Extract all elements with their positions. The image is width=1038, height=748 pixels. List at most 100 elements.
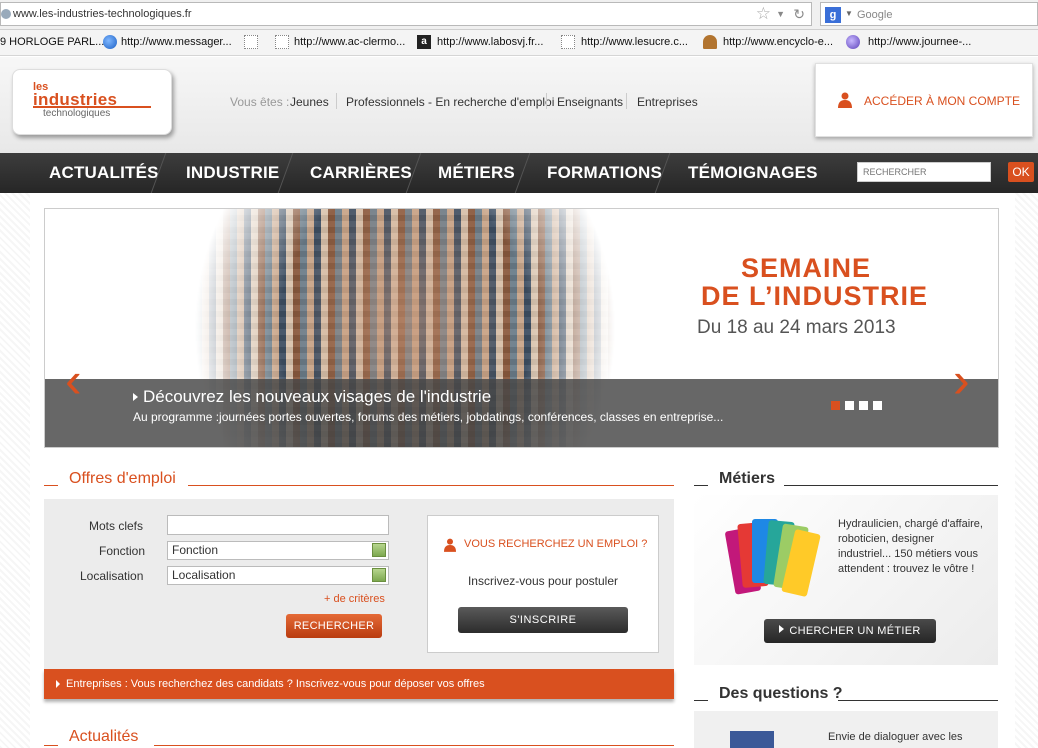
bookmark-star-icon[interactable]: ☆ xyxy=(756,4,771,24)
keywords-label: Mots clefs xyxy=(89,519,144,533)
section-rule xyxy=(154,745,674,746)
triangle-right-icon xyxy=(56,680,60,688)
search-metier-label: CHERCHER UN MÉTIER xyxy=(789,625,921,637)
nav-carrieres[interactable]: CARRIÈRES xyxy=(310,163,412,183)
companies-banner-text: Entreprises : Vous recherchez des candid… xyxy=(66,678,485,690)
divider xyxy=(336,93,337,109)
localisation-label: Localisation xyxy=(80,569,144,583)
nav-divider xyxy=(514,153,531,193)
account-button[interactable]: ACCÉDER À MON COMPTE xyxy=(815,63,1033,137)
signup-card-title: VOUS RECHERCHEZ UN EMPLOI ? xyxy=(464,538,648,550)
job-signup-card: VOUS RECHERCHEZ UN EMPLOI ? Inscrivez-vo… xyxy=(427,515,659,653)
section-rule xyxy=(44,485,58,486)
nav-formations[interactable]: FORMATIONS xyxy=(547,163,662,183)
banner-headline-text: Découvrez les nouveaux visages de l'indu… xyxy=(143,387,492,406)
reload-icon[interactable]: ↻ xyxy=(793,6,805,23)
search-engine-dropdown-icon[interactable]: ▼ xyxy=(845,9,853,18)
carousel-dot-3[interactable] xyxy=(859,401,868,410)
more-criteria-link[interactable]: + de critères xyxy=(324,593,385,605)
carousel-dot-2[interactable] xyxy=(845,401,854,410)
nav-divider xyxy=(277,153,294,193)
web-page: les industries technologiques Vous êtes … xyxy=(0,57,1038,748)
nav-temoignages[interactable]: TÉMOIGNAGES xyxy=(688,163,818,183)
section-rule xyxy=(694,700,708,701)
divider xyxy=(546,93,547,109)
bookmark-item[interactable]: 9 HORLOGE PARL... xyxy=(0,36,104,48)
site-search-button[interactable]: OK xyxy=(1008,162,1034,182)
metiers-panel: Hydraulicien, chargé d'affaire, robotici… xyxy=(694,495,998,665)
nav-industrie[interactable]: INDUSTRIE xyxy=(186,163,279,183)
search-metier-button[interactable]: CHERCHER UN MÉTIER xyxy=(764,619,936,643)
metiers-title: Métiers xyxy=(719,470,776,487)
audience-link-professionnels[interactable]: Professionnels - En recherche d'emploi xyxy=(346,95,554,109)
globe-icon xyxy=(103,35,117,49)
bookmarks-bar: 9 HORLOGE PARL... http://www.messager...… xyxy=(0,30,1038,56)
carousel-prev-arrow-icon[interactable]: ‹ xyxy=(65,355,82,405)
logo-technologiques: technologiques xyxy=(43,108,111,119)
questions-text: Envie de dialoguer avec les xyxy=(828,731,963,743)
carousel-dot-1[interactable] xyxy=(831,401,840,410)
bookmark-item[interactable]: http://www.labosvj.fr... xyxy=(437,36,543,48)
user-icon xyxy=(838,92,852,108)
browser-search-placeholder: Google xyxy=(857,9,893,21)
facebook-icon[interactable] xyxy=(730,731,774,748)
audience-link-enseignants[interactable]: Enseignants xyxy=(557,95,623,109)
fonction-label: Fonction xyxy=(99,544,146,558)
blank-page-icon xyxy=(244,35,258,49)
google-icon[interactable]: g xyxy=(825,7,841,23)
metiers-text: Hydraulicien, chargé d'affaire, robotici… xyxy=(838,518,983,575)
site-header: les industries technologiques Vous êtes … xyxy=(0,57,1038,153)
bookmark-item[interactable]: http://www.journee-... xyxy=(868,36,971,48)
fonction-select-value: Fonction xyxy=(172,543,219,557)
amazon-icon: a xyxy=(417,35,431,49)
browser-search-box[interactable]: g ▼ Google xyxy=(820,2,1038,26)
nav-actualites[interactable]: ACTUALITÉS xyxy=(49,163,159,183)
site-search-input[interactable] xyxy=(857,162,991,182)
blank-page-icon xyxy=(275,35,289,49)
banner-subtitle: Au programme :journées portes ouvertes, … xyxy=(133,410,724,424)
section-rule xyxy=(784,485,998,486)
hero-banner[interactable]: SEMAINE DE L’INDUSTRIE Du 18 au 24 mars … xyxy=(44,208,999,448)
companies-banner[interactable]: Entreprises : Vous recherchez des candid… xyxy=(44,669,674,699)
history-dropdown-icon[interactable]: ▼ xyxy=(776,9,785,19)
site-icon xyxy=(1,9,11,19)
carousel-dot-4[interactable] xyxy=(873,401,882,410)
banner-date: Du 18 au 24 mars 2013 xyxy=(697,317,896,338)
signup-button[interactable]: S'INSCRIRE xyxy=(458,607,628,633)
site-logo[interactable]: les industries technologiques xyxy=(12,69,172,135)
localisation-select-value: Localisation xyxy=(172,568,236,582)
blank-page-icon xyxy=(561,35,575,49)
nav-metiers[interactable]: MÉTIERS xyxy=(438,163,515,183)
banner-headline[interactable]: Découvrez les nouveaux visages de l'indu… xyxy=(133,387,491,407)
fonction-select[interactable]: Fonction xyxy=(167,541,389,560)
bookmark-item[interactable]: http://www.messager... xyxy=(121,36,232,48)
triangle-right-icon xyxy=(133,393,138,401)
divider xyxy=(626,93,627,109)
audience-link-jeunes[interactable]: Jeunes xyxy=(290,95,329,109)
banner-title-line2: DE L’INDUSTRIE xyxy=(701,281,929,311)
audience-link-entreprises[interactable]: Entreprises xyxy=(637,95,698,109)
main-nav: ACTUALITÉS INDUSTRIE CARRIÈRES MÉTIERS F… xyxy=(0,153,1038,193)
questions-panel: Envie de dialoguer avec les xyxy=(694,711,998,748)
section-rule xyxy=(838,700,998,701)
bookmark-item[interactable]: http://www.ac-clermo... xyxy=(294,36,405,48)
localisation-select[interactable]: Localisation xyxy=(167,566,389,585)
tree-icon xyxy=(703,35,717,49)
audience-label: Vous êtes : xyxy=(230,95,290,109)
fonction-dropdown-icon[interactable] xyxy=(372,543,386,557)
questions-title: Des questions ? xyxy=(719,685,843,702)
bookmark-item[interactable]: http://www.lesucre.c... xyxy=(581,36,688,48)
search-jobs-button[interactable]: RECHERCHER xyxy=(286,614,382,638)
metier-cards-illustration xyxy=(724,517,821,598)
browser-toolbar: www.les-industries-technologiques.fr ☆ ▼… xyxy=(0,0,1038,30)
banner-title-line1: SEMAINE xyxy=(741,253,872,283)
section-rule xyxy=(694,485,708,486)
section-rule xyxy=(44,745,58,746)
localisation-dropdown-icon[interactable] xyxy=(372,568,386,582)
address-text[interactable]: www.les-industries-technologiques.fr xyxy=(13,8,192,20)
signup-card-text: Inscrivez-vous pour postuler xyxy=(467,574,619,588)
keywords-input[interactable] xyxy=(167,515,389,535)
bookmark-item[interactable]: http://www.encyclo-e... xyxy=(723,36,833,48)
address-bar[interactable]: www.les-industries-technologiques.fr ☆ ▼… xyxy=(0,2,812,26)
carousel-next-arrow-icon[interactable]: › xyxy=(953,355,970,405)
